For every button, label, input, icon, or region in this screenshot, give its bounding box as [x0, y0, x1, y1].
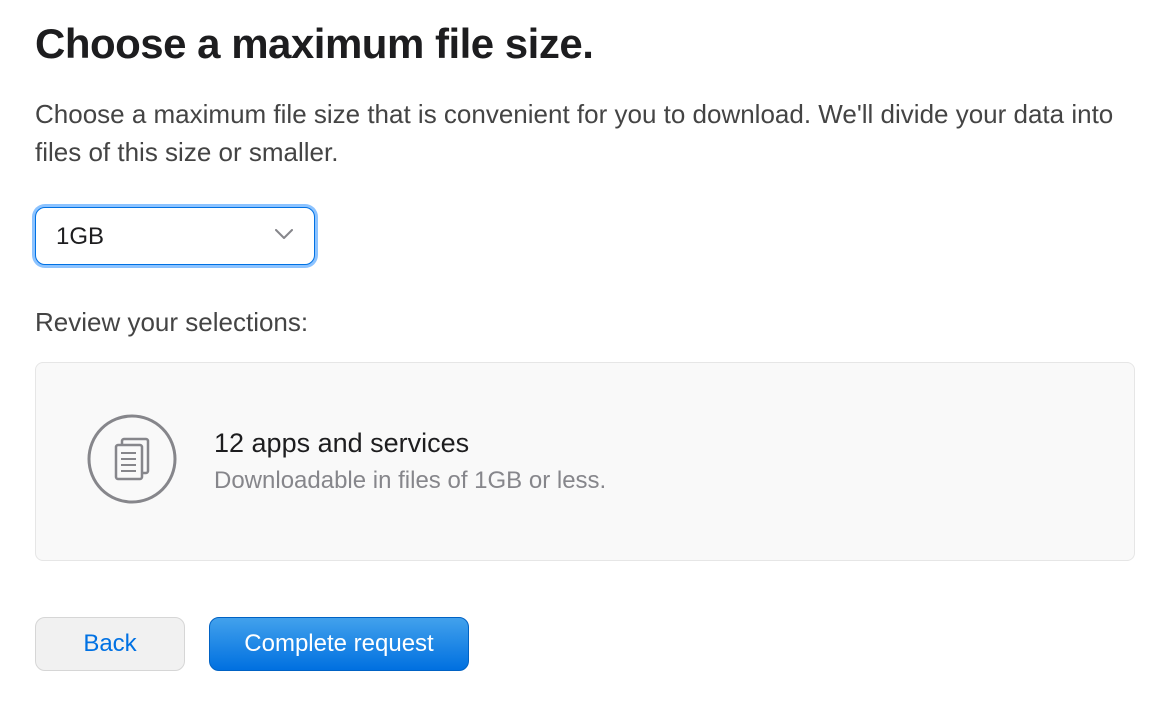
back-button[interactable]: Back — [35, 617, 185, 671]
review-subtitle: Downloadable in files of 1GB or less. — [214, 467, 606, 495]
complete-request-button[interactable]: Complete request — [209, 617, 469, 671]
file-size-select[interactable]: 1GB — [35, 207, 315, 265]
review-title: 12 apps and services — [214, 428, 606, 459]
page-title: Choose a maximum file size. — [35, 20, 1135, 68]
review-label: Review your selections: — [35, 307, 1135, 338]
file-size-select-wrapper: 1GB — [35, 207, 315, 265]
review-text: 12 apps and services Downloadable in fil… — [214, 428, 606, 495]
page-description: Choose a maximum file size that is conve… — [35, 96, 1135, 171]
documents-icon — [86, 413, 178, 510]
button-row: Back Complete request — [35, 617, 1135, 671]
review-card: 12 apps and services Downloadable in fil… — [35, 362, 1135, 561]
